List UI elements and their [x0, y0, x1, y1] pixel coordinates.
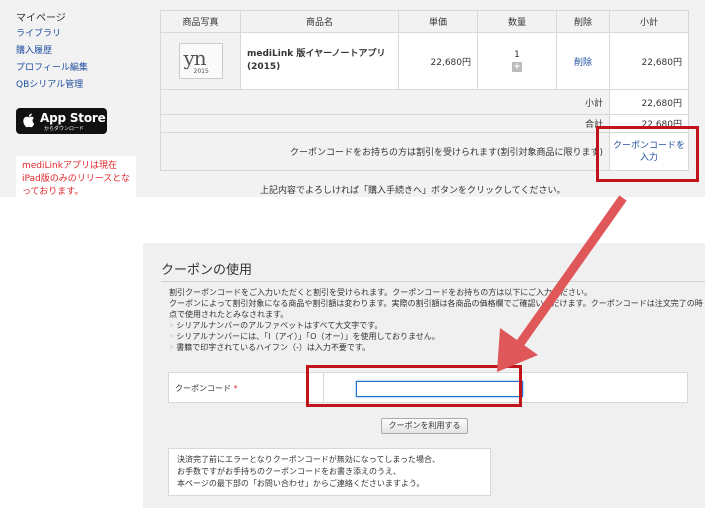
header-delete: 削除: [556, 10, 610, 33]
required-mark: *: [233, 384, 238, 393]
app-store-badge[interactable]: App Store からダウンロード: [16, 108, 107, 134]
highlight-box-coupon-link: [596, 126, 699, 182]
coupon-desc-line1: 割引クーポンコードをご入力いただくと割引を受けられます。クーポンコードをお持ちの…: [169, 288, 593, 297]
mypage-sidebar: マイページ ライブラリ 購入履歴 プロフィール編集 QBシリアル管理: [16, 12, 136, 94]
header-subtotal: 小計: [609, 10, 689, 33]
header-qty: 数量: [477, 10, 557, 33]
bullet-item: ◦ 書籍で印字されているハイフン（-）は入力不要です。: [169, 342, 705, 353]
apple-icon: [23, 113, 35, 128]
note-line: 本ページの最下部の「お問い合わせ」からご連絡くださいますよう。: [177, 479, 425, 488]
sidebar-link-purchase-history[interactable]: 購入履歴: [16, 43, 136, 60]
product-name[interactable]: mediLink 版イヤーノートアプリ(2015): [241, 48, 398, 74]
cart-section: マイページ ライブラリ 購入履歴 プロフィール編集 QBシリアル管理 App S…: [0, 0, 705, 197]
product-thumbnail[interactable]: yn 2015: [178, 43, 223, 79]
subtotal-row: 小計 22,680円: [160, 89, 689, 115]
bullet-text: 書籍で印字されているハイフン（-）は入力不要です。: [176, 343, 371, 352]
header-name: 商品名: [240, 10, 399, 33]
coupon-notice: クーポンコードをお持ちの方は割引を受けられます(割引対象商品に限ります): [160, 132, 610, 171]
quantity-value: 1: [514, 50, 520, 60]
coupon-panel: クーポンの使用 割引クーポンコードをご入力いただくと割引を受けられます。クーポン…: [143, 243, 705, 508]
header-photo: 商品写真: [160, 10, 241, 33]
header-unit-price: 単価: [398, 10, 478, 33]
cart-item-row: yn 2015 mediLink 版イヤーノートアプリ(2015) 22,680…: [160, 32, 689, 90]
delete-link[interactable]: 削除: [574, 58, 592, 68]
apply-coupon-button[interactable]: クーポンを利用する: [381, 418, 468, 434]
ipad-only-notice: mediLinkアプリは現在iPad版のみのリリースとなっております。: [16, 156, 136, 197]
item-unit-price: 22,680円: [398, 32, 478, 90]
coupon-desc-line2: クーポンによって割引対象になる商品や割引額は変わります。実際の割引額は各商品の価…: [169, 299, 703, 319]
item-subtotal: 22,680円: [609, 32, 689, 90]
coupon-error-note: 決済完了前にエラーとなりクーポンコードが無効になってしまった場合、 お手数ですが…: [168, 448, 491, 496]
sidebar-link-profile-edit[interactable]: プロフィール編集: [16, 60, 136, 77]
confirm-instruction: 上記内容でよろしければ「購入手続きへ」ボタンをクリックしてください。: [260, 186, 566, 196]
title-divider: [161, 281, 705, 282]
quantity-plus-button[interactable]: +: [512, 62, 522, 72]
bullet-item: ◦ シリアルナンバーには、「I（アイ）」「O（オー）」を使用しておりません。: [169, 331, 705, 342]
bullet-item: ◦ シリアルナンバーのアルファベットはすべて大文字です。: [169, 320, 705, 331]
bullet-text: シリアルナンバーのアルファベットはすべて大文字です。: [176, 321, 383, 330]
coupon-field-label-text: クーポンコード: [175, 384, 231, 393]
total-label: 合計: [160, 114, 610, 133]
item-qty-cell: 1 +: [477, 32, 557, 90]
item-name-cell: mediLink 版イヤーノートアプリ(2015): [240, 32, 399, 90]
item-photo-cell: yn 2015: [160, 32, 241, 90]
bullet-text: シリアルナンバーには、「I（アイ）」「O（オー）」を使用しておりません。: [176, 332, 440, 341]
sidebar-link-qb-serial[interactable]: QBシリアル管理: [16, 77, 136, 94]
coupon-field-label: クーポンコード *: [175, 383, 238, 394]
cart-header-row: 商品写真 商品名 単価 数量 削除 小計: [160, 10, 689, 33]
sidebar-title: マイページ: [16, 13, 66, 24]
app-store-sublabel: からダウンロード: [44, 126, 85, 132]
coupon-description: 割引クーポンコードをご入力いただくと割引を受けられます。クーポンコードをお持ちの…: [169, 287, 705, 353]
app-store-label: App Store: [40, 111, 106, 125]
coupon-panel-title: クーポンの使用: [161, 263, 253, 278]
subtotal-value: 22,680円: [609, 89, 689, 115]
subtotal-label: 小計: [160, 89, 610, 115]
sidebar-link-library[interactable]: ライブラリ: [16, 26, 136, 43]
note-line: 決済完了前にエラーとなりクーポンコードが無効になってしまった場合、: [177, 455, 441, 464]
thumbnail-year: 2015: [193, 68, 209, 75]
thumbnail-logo: yn: [183, 46, 207, 70]
highlight-box-coupon-input: [306, 365, 522, 407]
item-delete-cell: 削除: [556, 32, 610, 90]
note-line: お手数ですがお手持ちのクーポンコードをお書き添えのうえ、: [177, 467, 401, 476]
